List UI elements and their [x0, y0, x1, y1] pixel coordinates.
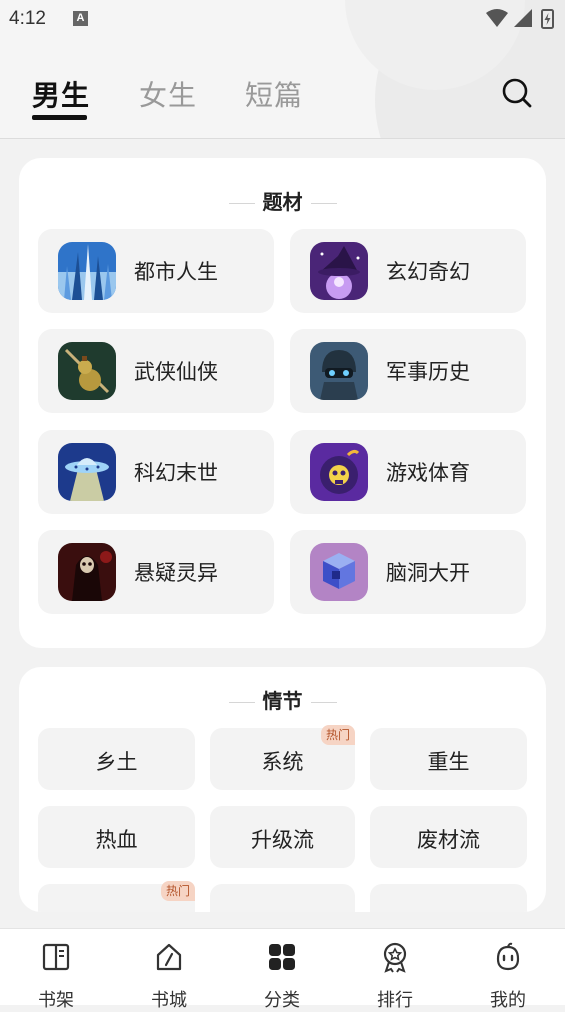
nav-label: 分类 [264, 990, 300, 1011]
plot-item-partial[interactable] [370, 884, 527, 912]
nav-label: 排行 [377, 990, 413, 1011]
header: 4:12 A 男生 女生 短篇 [0, 0, 565, 139]
status-time: 4:12 [9, 8, 46, 29]
genre-item-fantasy[interactable]: 玄幻奇幻 [290, 229, 526, 313]
cubes-icon [310, 543, 368, 601]
plot-item-system[interactable]: 系统 热门 [210, 725, 355, 790]
plot-item-partial[interactable] [210, 884, 355, 912]
genre-label: 都市人生 [134, 260, 218, 284]
genre-label: 玄幻奇幻 [386, 260, 470, 284]
bookstore-icon [156, 943, 182, 971]
active-tab-indicator [32, 115, 87, 120]
plot-item-rebirth[interactable]: 重生 [370, 728, 527, 790]
bottom-navigation: 书架 书城 分类 排行 我的 [0, 928, 565, 1011]
gourd-sword-icon [58, 342, 116, 400]
nav-category[interactable]: 分类 [252, 937, 312, 1011]
ranking-medal-icon [383, 942, 407, 973]
nav-bookstore[interactable]: 书城 [139, 937, 199, 1011]
search-icon[interactable] [500, 76, 534, 110]
tab-female[interactable]: 女生 [139, 74, 197, 114]
genre-item-game-sports[interactable]: 游戏体育 [290, 430, 526, 514]
genre-item-mystery[interactable]: 悬疑灵异 [38, 530, 274, 614]
nav-profile[interactable]: 我的 [478, 937, 538, 1011]
genre-card: 题材 都市人生 玄幻奇幻 武侠仙侠 军事历史 科幻末世 游戏体育 悬疑灵异 脑洞… [19, 158, 546, 648]
signal-icon [514, 9, 532, 27]
wifi-icon [486, 9, 508, 27]
genre-label: 武侠仙侠 [134, 360, 218, 384]
plot-label: 升级流 [251, 828, 314, 852]
plot-item-leveling[interactable]: 升级流 [210, 806, 355, 868]
genre-item-scifi[interactable]: 科幻末世 [38, 430, 274, 514]
system-status-icons [486, 9, 554, 29]
category-grid-icon [269, 944, 295, 970]
city-skyscraper-icon [58, 242, 116, 300]
nav-label: 我的 [490, 990, 526, 1011]
profile-face-icon [496, 942, 520, 971]
genre-label: 科幻末世 [134, 461, 218, 485]
bookshelf-icon [42, 943, 70, 971]
genre-item-military[interactable]: 军事历史 [290, 329, 526, 413]
plot-label: 乡土 [95, 750, 138, 774]
plot-label: 重生 [427, 750, 470, 774]
genre-label: 游戏体育 [386, 461, 470, 485]
plot-label: 系统 [261, 750, 304, 774]
skull-bomb-icon [310, 443, 368, 501]
genre-label: 脑洞大开 [386, 561, 470, 585]
plot-item-underdog[interactable]: 废材流 [370, 806, 527, 868]
plot-item-passion[interactable]: 热血 [38, 806, 195, 868]
plot-section-title: 情节 [19, 685, 546, 714]
nav-label: 书架 [38, 990, 74, 1011]
tab-short[interactable]: 短篇 [245, 74, 303, 114]
genre-item-wuxia[interactable]: 武侠仙侠 [38, 329, 274, 413]
status-bar: 4:12 A [0, 0, 565, 38]
genre-item-urban[interactable]: 都市人生 [38, 229, 274, 313]
plot-item-partial[interactable]: 热门 [38, 881, 195, 912]
nav-label: 书城 [151, 990, 187, 1011]
tab-male[interactable]: 男生 [32, 74, 90, 114]
category-tabs: 男生 女生 短篇 [0, 60, 565, 130]
nav-ranking[interactable]: 排行 [365, 937, 425, 1011]
genre-label: 悬疑灵异 [134, 561, 218, 585]
notification-icon: A [73, 11, 88, 26]
wizard-icon [310, 242, 368, 300]
plot-label: 热血 [95, 828, 138, 852]
genre-label: 军事历史 [386, 360, 470, 384]
ufo-icon [58, 443, 116, 501]
plot-card: 情节 乡土 系统 热门 重生 热血 升级流 废材流 热门 [19, 667, 546, 912]
soldier-helmet-icon [310, 342, 368, 400]
nav-bookshelf[interactable]: 书架 [26, 937, 86, 1011]
grim-reaper-icon [58, 543, 116, 601]
plot-label: 废材流 [417, 828, 480, 852]
genre-section-title: 题材 [19, 186, 546, 215]
plot-item-rural[interactable]: 乡土 [38, 728, 195, 790]
hot-badge: 热门 [320, 725, 355, 745]
hot-badge: 热门 [160, 881, 195, 901]
genre-item-imagination[interactable]: 脑洞大开 [290, 530, 526, 614]
